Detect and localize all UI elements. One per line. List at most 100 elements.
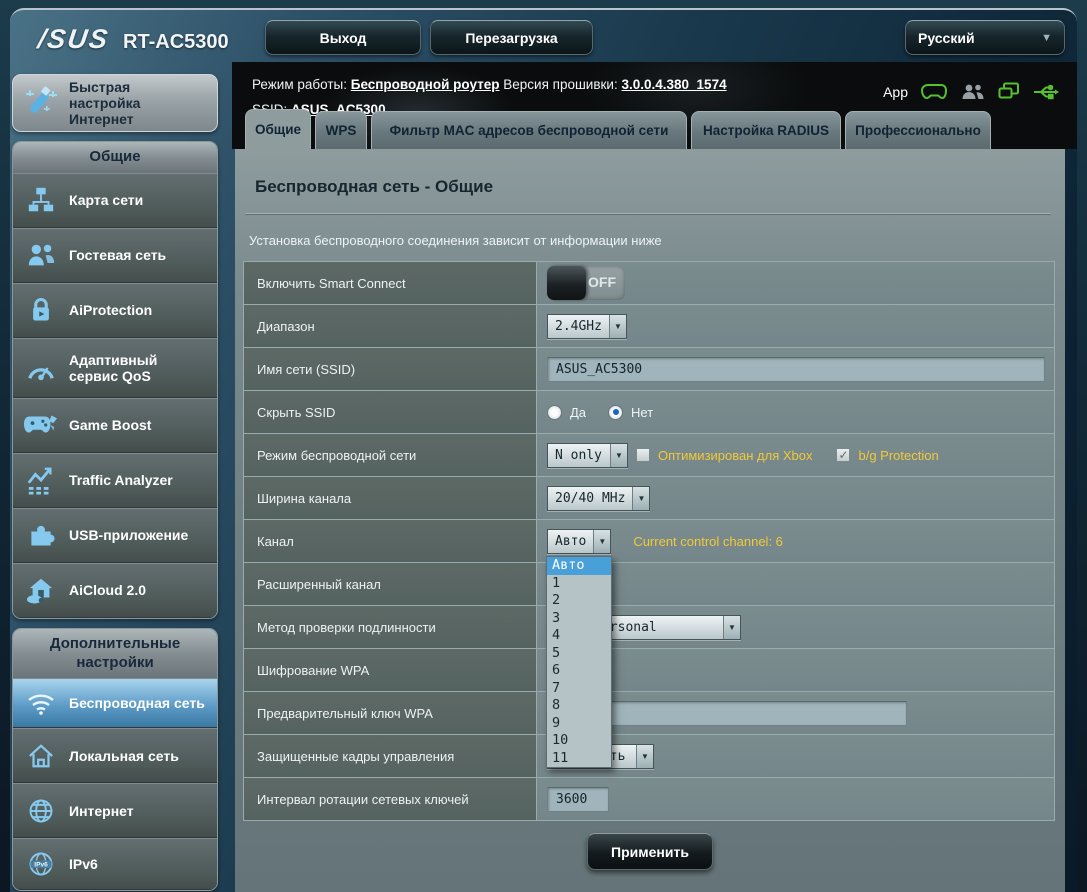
- router-model: RT-AC5300: [123, 31, 229, 54]
- channel-width-label: Ширина канала: [244, 477, 537, 519]
- auth-method-value-cell: WPA2-Personal ▼: [537, 606, 1054, 648]
- sidebar-item-adaptive-qos[interactable]: Адаптивный сервис QoS: [13, 338, 217, 398]
- sidebar-item-network-map[interactable]: Карта сети: [13, 173, 217, 228]
- hide-ssid-no-radio[interactable]: [608, 405, 623, 420]
- hide-ssid-no-label: Нет: [631, 405, 653, 420]
- app-icon-strip: App: [883, 82, 1059, 101]
- ipv6-icon: IPv6: [13, 850, 69, 878]
- home-icon: [13, 742, 69, 770]
- quick-setup-label: Быстрая настройка Интернет: [69, 79, 199, 127]
- smart-connect-label: Включить Smart Connect: [244, 262, 537, 304]
- quick-setup-button[interactable]: Быстрая настройка Интернет: [12, 74, 218, 132]
- channel-option[interactable]: 5: [547, 645, 611, 663]
- chevron-down-icon: ▼: [636, 745, 653, 768]
- sidebar-item-wireless[interactable]: Беспроводная сеть: [13, 678, 217, 728]
- smart-connect-toggle[interactable]: OFF: [547, 266, 625, 300]
- channel-option[interactable]: 8: [547, 697, 611, 715]
- settings-table: Включить Smart Connect OFF Диапазон 2.4G…: [243, 261, 1055, 821]
- apply-button[interactable]: Применить: [587, 833, 713, 870]
- firmware-label: Версия прошивки:: [503, 77, 617, 92]
- extension-channel-label: Расширенный канал: [244, 563, 537, 605]
- xbox-optimized-checkbox[interactable]: [636, 448, 650, 462]
- channel-option[interactable]: 6: [547, 662, 611, 680]
- operation-mode-link[interactable]: Беспроводной роутер: [351, 77, 500, 92]
- row-wireless-mode: Режим беспроводной сети N only ▼ Оптимиз…: [244, 434, 1054, 477]
- ssid-field-label: Имя сети (SSID): [244, 348, 537, 390]
- users-icon[interactable]: [961, 83, 985, 100]
- key-rotation-input[interactable]: [547, 787, 609, 812]
- channel-option[interactable]: 9: [547, 715, 611, 733]
- wireless-mode-select[interactable]: N only ▼: [547, 443, 628, 468]
- channel-width-select[interactable]: 20/40 MHz ▼: [547, 486, 650, 511]
- tab-wps[interactable]: WPS: [315, 111, 367, 149]
- channel-value-cell: Авто ▼ Current control channel: 6: [537, 520, 1054, 562]
- tab-general[interactable]: Общие: [245, 109, 311, 149]
- channel-option[interactable]: 7: [547, 680, 611, 698]
- channel-select[interactable]: Авто ▼: [547, 529, 611, 554]
- sidebar-item-aiprotection[interactable]: AiProtection: [13, 283, 217, 338]
- row-channel-width: Ширина канала 20/40 MHz ▼: [244, 477, 1054, 520]
- reboot-button[interactable]: Перезагрузка: [430, 20, 593, 55]
- asus-logo: /SUS: [36, 24, 111, 55]
- channel-option[interactable]: 1: [547, 575, 611, 593]
- row-extension-channel: Расширенный канал: [244, 563, 1054, 606]
- sidebar-item-internet[interactable]: Интернет: [13, 783, 217, 838]
- tab-radius[interactable]: Настройка RADIUS: [691, 111, 841, 149]
- row-channel: Канал Авто ▼ Current control channel: 6: [244, 520, 1054, 563]
- sidebar-item-lan[interactable]: Локальная сеть: [13, 728, 217, 783]
- status-line-1: Режим работы: Беспроводной роутер Версия…: [252, 77, 727, 92]
- wifi-icon: [13, 691, 69, 715]
- current-channel-note: Current control channel: 6: [633, 534, 783, 549]
- band-label: Диапазон: [244, 305, 537, 347]
- hide-ssid-yes-radio[interactable]: [547, 405, 562, 420]
- sidebar-group-advanced: Дополнительные настройки Беспроводная се…: [12, 628, 218, 892]
- chevron-down-icon: ▼: [593, 530, 610, 553]
- channel-option[interactable]: 10: [547, 732, 611, 750]
- usb-icon[interactable]: [1033, 84, 1059, 100]
- sidebar-item-aicloud[interactable]: AiCloud 2.0: [13, 563, 217, 618]
- channel-option[interactable]: 4: [547, 627, 611, 645]
- chevron-down-icon: ▼: [632, 487, 649, 510]
- band-select[interactable]: 2.4GHz ▼: [547, 314, 627, 339]
- bg-protection-checkbox[interactable]: ✓: [836, 448, 850, 462]
- router-admin-window: /SUS RT-AC5300 Выход Перезагрузка Русски…: [10, 8, 1077, 892]
- sidebar-item-game-boost[interactable]: Game Boost: [13, 398, 217, 453]
- channel-option[interactable]: 11: [547, 750, 611, 768]
- tab-mac-filter[interactable]: Фильтр MAC адресов беспроводной сети: [371, 111, 687, 149]
- extension-channel-value-cell: [537, 563, 1054, 605]
- gamepad-rocket-icon: [13, 413, 69, 437]
- row-wpa-key: Предварительный ключ WPA: [244, 692, 1054, 735]
- tab-professional[interactable]: Профессионально: [845, 111, 991, 149]
- network-map-icon: [13, 185, 69, 215]
- channel-option[interactable]: 2: [547, 592, 611, 610]
- wpa-key-label: Предварительный ключ WPA: [244, 692, 537, 734]
- ssid-input[interactable]: [547, 357, 1045, 382]
- globe-icon: [13, 797, 69, 825]
- row-key-rotation: Интервал ротации сетевых ключей: [244, 778, 1054, 821]
- hide-ssid-value-cell: Да Нет: [537, 391, 1054, 433]
- channel-option[interactable]: 3: [547, 610, 611, 628]
- logout-button[interactable]: Выход: [265, 20, 421, 55]
- screens-icon[interactable]: [998, 82, 1020, 101]
- hide-ssid-yes-label: Да: [570, 405, 586, 420]
- sidebar-header-advanced: Дополнительные настройки: [13, 629, 217, 679]
- channel-option[interactable]: Авто: [547, 557, 611, 575]
- sidebar-header-general: Общие: [13, 142, 217, 173]
- language-select[interactable]: Русский ▼: [905, 20, 1065, 55]
- sidebar-item-traffic-analyzer[interactable]: Traffic Analyzer: [13, 453, 217, 508]
- gamepad-icon[interactable]: [921, 83, 948, 100]
- sidebar-item-usb-application[interactable]: USB-приложение: [13, 508, 217, 563]
- firmware-link[interactable]: 3.0.0.4.380_1574: [621, 77, 726, 92]
- row-hide-ssid: Скрыть SSID Да Нет: [244, 391, 1054, 434]
- protected-frames-value-cell: Выключить ▼: [537, 735, 1054, 777]
- page-title: Беспроводная сеть - Общие: [255, 177, 493, 197]
- wpa-encryption-label: Шифрование WPA: [244, 649, 537, 691]
- gauge-icon: [13, 354, 69, 382]
- bg-protection-label: b/g Protection: [858, 448, 938, 463]
- xbox-optimized-label: Оптимизирован для Xbox: [658, 448, 812, 463]
- row-protected-frames: Защищенные кадры управления Выключить ▼: [244, 735, 1054, 778]
- toggle-knob: [547, 266, 586, 300]
- sidebar-item-ipv6[interactable]: IPv6 IPv6: [13, 838, 217, 890]
- wpa-key-value-cell: [537, 692, 1054, 734]
- sidebar-item-guest-network[interactable]: Гостевая сеть: [13, 228, 217, 283]
